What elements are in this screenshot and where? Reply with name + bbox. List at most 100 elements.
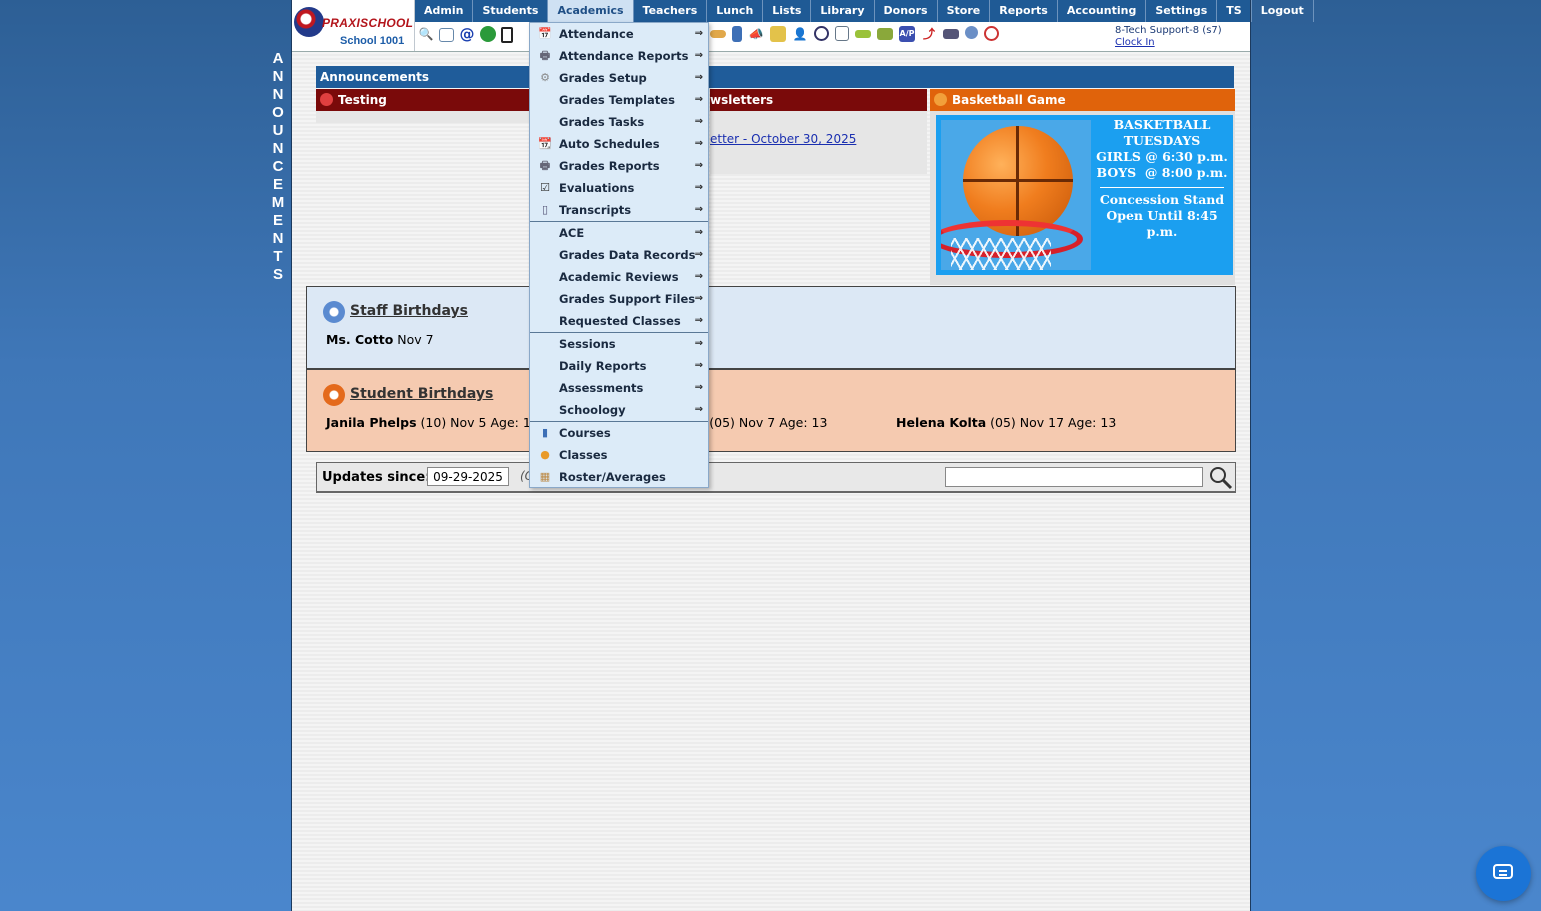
chat-icon [1493, 864, 1513, 879]
printer-icon[interactable] [877, 28, 893, 40]
student-name: Helena Kolta [896, 415, 987, 430]
nav-item-library[interactable]: Library [811, 0, 875, 22]
banner-letter: N [272, 68, 284, 85]
academics-dropdown-menu: 📅 Attendance ⇒ 🖶 Attendance Reports ⇒ ⚙ Grades … [529, 22, 709, 488]
nav-item-ts[interactable]: TS [1217, 0, 1252, 22]
submenu-arrow-icon: ⇒ [694, 315, 703, 326]
praxischool-logo[interactable]: PRAXISCHOOL School 1001 [294, 4, 414, 48]
menu-item-academic-reviews[interactable]: Academic Reviews ⇒ [530, 266, 708, 288]
chat-button[interactable] [1476, 846, 1531, 901]
search-icon[interactable]: 🔍 [418, 26, 434, 42]
submenu-arrow-icon: ⇒ [694, 116, 703, 127]
header: PRAXISCHOOL School 1001 Admin Students Aca… [292, 0, 1314, 52]
people-icon[interactable]: 👤 [792, 26, 808, 42]
clock-in-link[interactable]: Clock In [1115, 37, 1222, 49]
student-name: Janila Phelps [326, 415, 417, 430]
basketball-title: Basketball Game [952, 93, 1066, 107]
banner-letter: N [272, 230, 284, 247]
clock-icon[interactable] [814, 26, 829, 41]
submenu-arrow-icon: ⇒ [694, 204, 703, 215]
export-icon[interactable] [770, 26, 786, 42]
bb-line: BOYS @ 8:00 p.m. [1096, 165, 1228, 180]
menu-item-assessments[interactable]: Assessments ⇒ [530, 377, 708, 399]
testing-title: Testing [338, 93, 387, 107]
chat-icon[interactable] [480, 26, 496, 42]
search-input[interactable] [945, 467, 1203, 487]
announce-icon[interactable]: 📣 [748, 26, 764, 42]
roster-icon: ▦ [539, 470, 551, 483]
list-icon[interactable] [835, 26, 849, 41]
menu-item-transcripts[interactable]: ▯ Transcripts ⇒ [530, 199, 708, 221]
student-birthdays-title[interactable]: Student Birthdays [323, 386, 493, 402]
menu-item-sessions[interactable]: Sessions ⇒ [530, 333, 708, 355]
menu-item-grades-support-files[interactable]: Grades Support Files ⇒ [530, 288, 708, 310]
phone-icon[interactable] [501, 27, 513, 43]
nav-item-logout[interactable]: Logout [1252, 0, 1314, 22]
menu-item-requested-classes[interactable]: Requested Classes ⇒ [530, 310, 708, 332]
lunch-icon[interactable] [710, 30, 726, 38]
menu-item-roster-averages[interactable]: ▦ Roster/Averages [530, 466, 708, 488]
nav-item-store[interactable]: Store [938, 0, 991, 22]
nav-item-reports[interactable]: Reports [990, 0, 1058, 22]
nav-item-settings[interactable]: Settings [1146, 0, 1218, 22]
submenu-arrow-icon: ⇒ [694, 382, 703, 393]
nav-item-donors[interactable]: Donors [875, 0, 938, 22]
menu-item-classes[interactable]: ● Classes [530, 444, 708, 466]
menu-item-evaluations[interactable]: ☑ Evaluations ⇒ [530, 177, 708, 199]
banner-letter: N [272, 86, 284, 103]
nav-item-lunch[interactable]: Lunch [707, 0, 764, 22]
email-icon[interactable]: @ [459, 26, 475, 42]
menu-item-grades-tasks[interactable]: Grades Tasks ⇒ [530, 111, 708, 133]
cash-icon[interactable] [943, 29, 959, 39]
menu-item-grades-data-records[interactable]: Grades Data Records ⇒ [530, 244, 708, 266]
card-icon[interactable] [855, 30, 871, 38]
student-bday-info: (10) Nov 5 Age: 19 [420, 415, 539, 430]
menu-item-label: ACE [559, 226, 585, 240]
submenu-arrow-icon: ⇒ [694, 72, 703, 83]
menu-item-grades-reports[interactable]: 🖶 Grades Reports ⇒ [530, 155, 708, 177]
menu-item-attendance-reports[interactable]: 🖶 Attendance Reports ⇒ [530, 45, 708, 67]
nav-item-lists[interactable]: Lists [763, 0, 812, 22]
menu-item-grades-setup[interactable]: ⚙ Grades Setup ⇒ [530, 67, 708, 89]
menu-item-attendance[interactable]: 📅 Attendance ⇒ [530, 23, 708, 45]
book-icon[interactable] [732, 26, 742, 42]
logo-mark-icon [294, 7, 324, 37]
nav-item-admin[interactable]: Admin [415, 0, 474, 22]
banner-letter: N [272, 140, 284, 157]
calendar-icon: 📅 [538, 27, 552, 40]
updates-date-input[interactable]: 09-29-2025 [427, 467, 509, 486]
banner-letter: E [272, 212, 283, 229]
checkbox-icon: ☑ [540, 181, 550, 194]
person-icon: ● [540, 448, 550, 461]
ap-icon[interactable]: A/P [899, 26, 915, 42]
menu-item-grades-templates[interactable]: Grades Templates ⇒ [530, 89, 708, 111]
nav-item-academics[interactable]: Academics [548, 0, 634, 22]
bb-line: BASKETBALL [1113, 117, 1211, 132]
menu-item-schoology[interactable]: Schoology ⇒ [530, 399, 708, 421]
staff-birthdays-title[interactable]: Staff Birthdays [323, 303, 468, 319]
newsletter-link[interactable]: etter - October 30, 2025 [710, 132, 856, 146]
submenu-arrow-icon: ⇒ [694, 404, 703, 415]
main-content: PRAXISCHOOL School 1001 Admin Students Aca… [291, 0, 1314, 911]
power-icon[interactable] [984, 26, 999, 41]
schedule-icon: 📆 [538, 137, 552, 150]
nav-item-students[interactable]: Students [473, 0, 549, 22]
nav-item-teachers[interactable]: Teachers [634, 0, 708, 22]
submenu-arrow-icon: ⇒ [694, 28, 703, 39]
announcement-icon [934, 93, 947, 106]
menu-item-daily-reports[interactable]: Daily Reports ⇒ [530, 355, 708, 377]
banner-letter: T [273, 248, 283, 265]
menu-item-label: Grades Support Files [559, 292, 696, 306]
printer-icon: 🖶 [539, 49, 551, 62]
menu-item-ace[interactable]: ACE ⇒ [530, 222, 708, 244]
calendar-icon[interactable] [439, 28, 454, 42]
pdf-icon[interactable]: ⤴ [921, 26, 937, 42]
search-icon[interactable] [1208, 465, 1234, 491]
logo-name: PRAXISCHOOL [322, 16, 414, 30]
help-icon[interactable] [965, 26, 978, 39]
menu-item-label: Schoology [559, 403, 626, 417]
menu-item-courses[interactable]: ▮ Courses [530, 422, 708, 444]
menu-item-auto-schedules[interactable]: 📆 Auto Schedules ⇒ [530, 133, 708, 155]
menu-item-label: Auto Schedules [559, 137, 660, 151]
nav-item-accounting[interactable]: Accounting [1058, 0, 1147, 22]
